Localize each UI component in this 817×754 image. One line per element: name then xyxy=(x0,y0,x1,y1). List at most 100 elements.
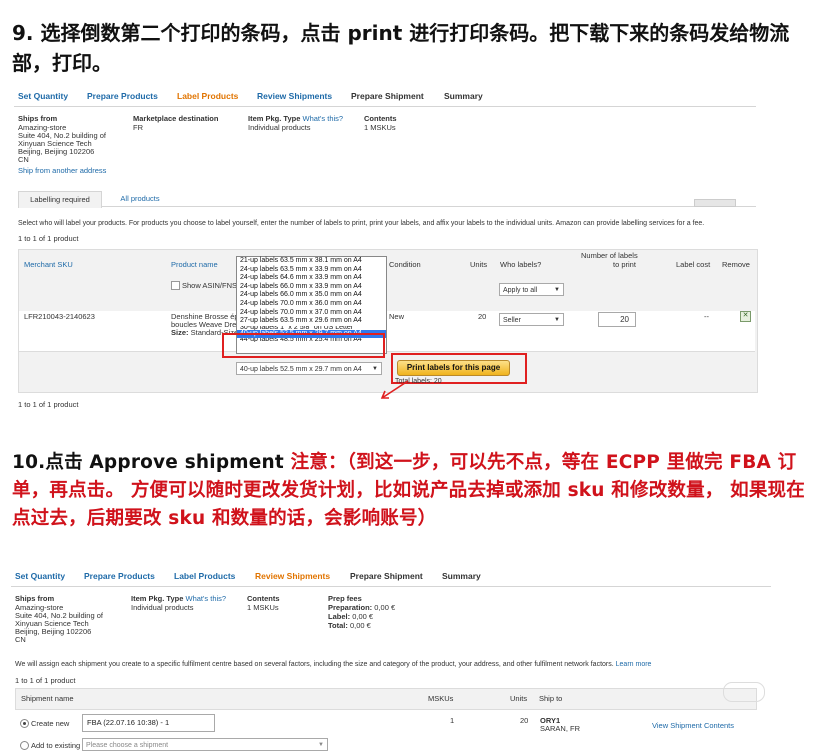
tab-all-products[interactable]: All products xyxy=(110,191,170,207)
label-format-option[interactable]: 24-up labels 66.0 mm x 33.9 mm on A4 xyxy=(237,283,386,292)
result-count: 1 to 1 of 1 product xyxy=(15,676,76,685)
label-format-option[interactable]: 24-up labels 64.6 mm x 33.9 mm on A4 xyxy=(237,274,386,283)
tab-labelling-required[interactable]: Labelling required xyxy=(18,191,102,208)
item-pkg-label: Item Pkg. Type xyxy=(131,594,184,603)
step10-prefix: 10.点击 Approve shipment xyxy=(12,452,284,473)
item-pkg-label: Item Pkg. Type xyxy=(248,114,301,123)
col-units: Units xyxy=(510,694,528,703)
show-asin-label: Show ASIN/FNS xyxy=(182,281,238,290)
number-of-labels-input[interactable]: 20 xyxy=(598,312,636,327)
step-set-quantity[interactable]: Set Quantity xyxy=(15,571,65,581)
col-remove: Remove xyxy=(722,260,750,269)
contents-label: Contents xyxy=(247,594,280,603)
preparation-value: 0,00 € xyxy=(374,603,396,612)
step-summary: Summary xyxy=(444,91,483,101)
merchant-sku-value: LFR210043-2140623 xyxy=(24,312,95,321)
ships-from-label: Ships from xyxy=(15,594,55,603)
prep-fees-label: Prep fees xyxy=(328,594,362,603)
ship-to-city: SARAN, FR xyxy=(540,724,581,733)
contents-value: 1 MSKUs xyxy=(247,603,279,612)
address-line: Beijing, Beijing 102206 xyxy=(15,627,92,636)
create-new-label: Create new xyxy=(31,719,70,728)
address-line: CN xyxy=(15,635,26,644)
preparation-label: Preparation: xyxy=(328,603,373,612)
marketplace-label: Marketplace destination xyxy=(133,114,219,123)
step-prepare-shipment: Prepare Shipment xyxy=(350,571,423,581)
add-to-existing-label: Add to existing xyxy=(31,741,81,750)
size-label: Size: xyxy=(171,328,189,337)
step-prepare-products[interactable]: Prepare Products xyxy=(84,571,155,581)
label-format-option[interactable]: 27-up labels 63.5 mm x 29.6 mm on A4 xyxy=(237,317,386,326)
col-to-print: to print xyxy=(613,260,636,269)
label-format-option[interactable]: 24-up labels 66.0 mm x 35.0 mm on A4 xyxy=(237,291,386,300)
col-merchant-sku[interactable]: Merchant SKU xyxy=(24,260,73,269)
col-number-of-labels: Number of labels xyxy=(581,251,638,260)
col-label-cost: Label cost xyxy=(676,260,711,269)
address-line: Beijing, Beijing 102206 xyxy=(18,147,95,156)
item-pkg-value: Individual products xyxy=(248,123,311,132)
label-fee-value: 0,00 € xyxy=(352,612,374,621)
label-cost-value: -- xyxy=(704,312,709,321)
total-fee-value: 0,00 € xyxy=(349,621,371,630)
col-shipment-name: Shipment name xyxy=(21,694,74,703)
ships-from-label: Ships from xyxy=(18,114,58,123)
total-fee-label: Total: xyxy=(328,621,348,630)
item-pkg-value: Individual products xyxy=(131,603,194,612)
view-shipment-contents-link[interactable]: View Shipment Contents xyxy=(652,721,734,730)
remove-icon[interactable]: ✕ xyxy=(740,311,751,322)
col-units: Units xyxy=(470,260,488,269)
create-new-radio[interactable] xyxy=(20,719,29,728)
label-format-option[interactable]: 24-up labels 70.0 mm x 36.0 mm on A4 xyxy=(237,300,386,309)
highlight-selected-format xyxy=(222,333,385,358)
col-product-name[interactable]: Product name xyxy=(171,260,218,269)
col-mskus: MSKUs xyxy=(428,694,454,703)
mskus-value: 1 xyxy=(450,716,455,725)
contents-label: Contents xyxy=(364,114,397,123)
instructions-text: Select who will label your products. For… xyxy=(18,220,705,227)
add-to-existing-radio[interactable] xyxy=(20,741,29,750)
step-summary: Summary xyxy=(442,571,481,581)
address-line: CN xyxy=(18,155,29,164)
who-labels-select[interactable]: Seller ▼ xyxy=(499,313,564,326)
show-asin-checkbox[interactable] xyxy=(171,281,180,290)
label-format-option[interactable]: 24-up labels 63.5 mm x 33.9 mm on A4 xyxy=(237,266,386,275)
col-who-labels: Who labels? xyxy=(500,260,542,269)
step-label-products[interactable]: Label Products xyxy=(177,91,238,101)
workflow-steps: Set Quantity Prepare Products Label Prod… xyxy=(11,566,771,587)
review-shipments-screenshot: Set Quantity Prepare Products Label Prod… xyxy=(11,566,771,754)
label-format-option[interactable]: 21-up labels 63.5 mm x 38.1 mm on A4 xyxy=(237,257,386,266)
contents-value: 1 MSKUs xyxy=(364,123,396,132)
whats-this-link[interactable]: What's this? xyxy=(185,594,226,603)
step-review-shipments[interactable]: Review Shipments xyxy=(257,91,332,101)
choose-shipment-select[interactable]: Please choose a shipment ▼ xyxy=(82,738,328,751)
apply-to-all-select[interactable]: Apply to all ▼ xyxy=(499,283,564,296)
shipments-table-header xyxy=(15,688,757,710)
step-prepare-shipment: Prepare Shipment xyxy=(351,91,424,101)
label-format-select[interactable]: 40-up labels 52.5 mm x 29.7 mm on A4 ▼ xyxy=(236,362,382,375)
ship-from-another-link[interactable]: Ship from another address xyxy=(18,166,106,175)
whats-this-link[interactable]: What's this? xyxy=(302,114,343,123)
label-products-screenshot: Set Quantity Prepare Products Label Prod… xyxy=(14,86,758,416)
watermark-logo xyxy=(723,682,765,702)
step-review-shipments[interactable]: Review Shipments xyxy=(255,571,330,581)
label-fee-label: Label: xyxy=(328,612,351,621)
units-value: 20 xyxy=(478,312,487,321)
step-label-products[interactable]: Label Products xyxy=(174,571,235,581)
workflow-steps: Set Quantity Prepare Products Label Prod… xyxy=(14,86,756,107)
col-ship-to: Ship to xyxy=(539,694,563,703)
assign-text: We will assign each shipment you create … xyxy=(15,661,614,668)
step-set-quantity[interactable]: Set Quantity xyxy=(18,91,68,101)
pager-control[interactable] xyxy=(694,199,736,207)
shipment-name-input[interactable]: FBA (22.07.16 10:38) - 1 xyxy=(82,714,215,732)
result-count-bottom: 1 to 1 of 1 product xyxy=(18,400,79,409)
condition-value: New xyxy=(389,312,405,321)
col-condition: Condition xyxy=(389,260,421,269)
units-value: 20 xyxy=(520,716,529,725)
learn-more-link[interactable]: Learn more xyxy=(616,661,652,668)
marketplace-value: FR xyxy=(133,123,143,132)
result-count-top: 1 to 1 of 1 product xyxy=(18,234,79,243)
label-format-option[interactable]: 24-up labels 70.0 mm x 37.0 mm on A4 xyxy=(237,309,386,318)
arrow-icon xyxy=(380,380,409,399)
step-prepare-products[interactable]: Prepare Products xyxy=(87,91,158,101)
step10-heading: 10.点击 Approve shipment 注意：（到这一步，可以先不点，等在… xyxy=(12,449,807,533)
